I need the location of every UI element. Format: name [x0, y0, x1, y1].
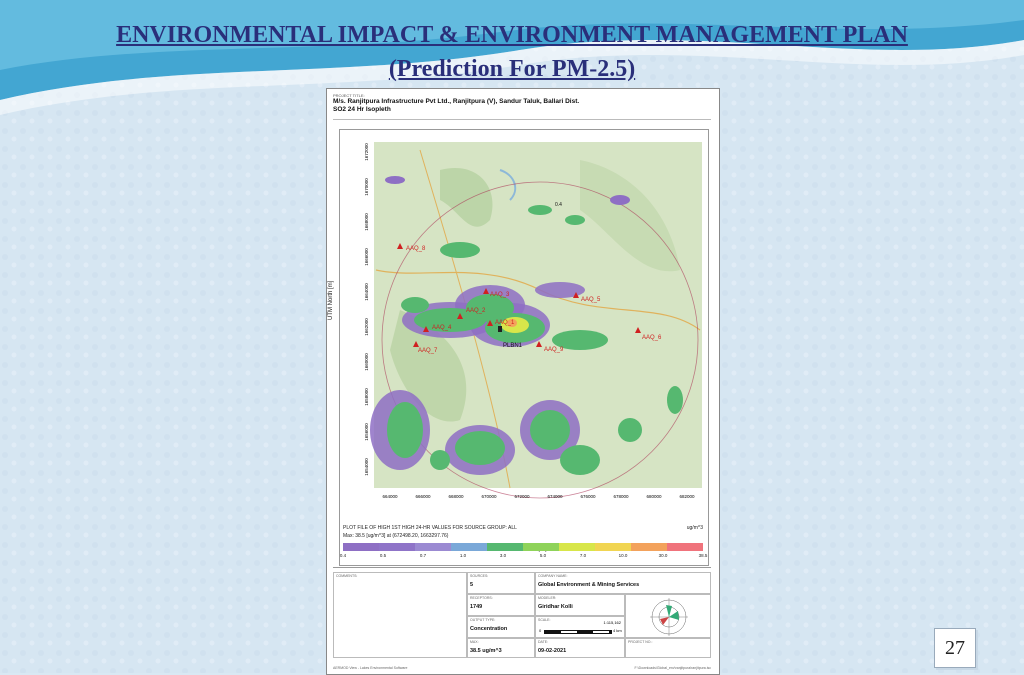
modeler-value: Giridhar Kolli — [538, 604, 573, 610]
y-tick-label: 1658000 — [364, 388, 369, 406]
x-tick-label: 674000 — [547, 494, 563, 499]
y-tick-label: 1654000 — [364, 458, 369, 476]
station-label: AAQ_3 — [490, 292, 510, 298]
modeler-cell: MODELER: Giridhar Kolli — [535, 594, 625, 616]
y-axis-label: UTM North [m] — [328, 280, 334, 320]
legend-unit: ug/m^3 — [686, 525, 703, 531]
concentration-legend: PLOT FILE OF HIGH 1ST HIGH 24-HR VALUES … — [339, 523, 708, 563]
color-bar-tick: 0.4 — [339, 553, 347, 558]
company-value: Global Environment & Mining Services — [538, 582, 640, 588]
map-plot-area: 0.4 AAQ_8 AAQ_3 AAQ_5 AAQ_6 AAQ_2 AAQ_4 … — [328, 129, 709, 566]
color-bar-tick: 38.5 — [698, 553, 708, 558]
sources-value: 5 — [470, 582, 474, 588]
station-label: AAQ_2 — [466, 308, 486, 314]
y-tick-label: 1668000 — [364, 213, 369, 231]
color-bar-tick: 10.0 — [618, 553, 628, 558]
y-tick-label: 1664000 — [364, 283, 369, 301]
x-tick-label: 670000 — [481, 494, 497, 499]
map-footer: AERMOD View - Lakes Environmental Softwa… — [333, 666, 711, 670]
footer-left: AERMOD View - Lakes Environmental Softwa… — [333, 666, 408, 670]
color-bar-tick: 0.7 — [419, 553, 427, 558]
contour-label: 0.4 — [555, 202, 562, 208]
isopleth-map-figure: PROJECT TITLE: M/s. Ranjitpura Infrastru… — [326, 88, 720, 675]
station-label: PLBN1 — [503, 343, 523, 349]
y-tick-label: 1670000 — [364, 178, 369, 196]
color-bar-segment — [451, 543, 487, 551]
max-cell: MAX: 38.5 ug/m^3 — [467, 638, 535, 658]
comments-cell: COMMENTS: — [333, 572, 467, 658]
color-bar-ticks: 0.4 0.5 0.7 1.0 3.0 5.0 7.0 10.0 30.0 38.5 — [339, 553, 708, 561]
max-value: 38.5 ug/m^3 — [470, 648, 502, 654]
y-tick-label: 1660000 — [364, 353, 369, 371]
date-cell: DATE: 09-02-2021 — [535, 638, 625, 658]
source-marker — [498, 326, 502, 332]
station-label: AAQ_6 — [642, 335, 662, 341]
color-bar-tick: 7.0 — [579, 553, 587, 558]
color-bar-segment — [631, 543, 667, 551]
page-number: 27 — [934, 628, 976, 668]
title-line-1: ENVIRONMENTAL IMPACT & ENVIRONMENT MANAG… — [116, 22, 908, 48]
receptors-value: 1749 — [470, 604, 483, 610]
info-table: COMMENTS: SOURCES: 5 COMPANY NAME: Globa… — [333, 567, 711, 670]
x-tick-label: 678000 — [613, 494, 629, 499]
x-tick-label: 676000 — [580, 494, 596, 499]
color-bar-tick: 3.0 — [499, 553, 507, 558]
scale-cell: SCALE: 1:115,162 0 4 km — [535, 616, 625, 638]
color-bar-segment — [415, 543, 451, 551]
color-bar-segment — [487, 543, 523, 551]
comments-label: COMMENTS: — [336, 574, 358, 578]
x-tick-label: 664000 — [382, 494, 398, 499]
color-bar-tick: 0.5 — [379, 553, 387, 558]
y-tick-label: 1672000 — [364, 143, 369, 161]
map-canvas: 0.4 AAQ_8 AAQ_3 AAQ_5 AAQ_6 AAQ_2 AAQ_4 … — [364, 142, 702, 499]
company-cell: COMPANY NAME: Global Environment & Minin… — [535, 572, 711, 594]
station-label: AAQ_4 — [432, 325, 452, 331]
receptors-cell: RECEPTORS: 1749 — [467, 594, 535, 616]
station-label: AAQ_5 — [581, 297, 601, 303]
station-label: AAQ_8 — [406, 246, 426, 252]
date-value: 09-02-2021 — [538, 648, 567, 654]
color-bar-tick: 5.0 — [539, 553, 547, 558]
scale-ratio: 1:115,162 — [603, 620, 622, 625]
plot-subtitle: SO2 24 Hr Isopleth — [333, 106, 391, 113]
footer-right: F:\Downloads\Global_env\ranjitpura\ranji… — [634, 666, 711, 670]
project-name: M/s. Ranjitpura Infrastructure Pvt Ltd.,… — [333, 98, 580, 105]
color-bar-segment — [559, 543, 595, 551]
color-bar-segment — [379, 543, 415, 551]
color-bar-tick: 30.0 — [658, 553, 668, 558]
color-bar-segment — [667, 543, 703, 551]
x-tick-label: 680000 — [646, 494, 662, 499]
title-line-2: (Prediction For PM-2.5) — [388, 56, 636, 82]
legend-max: Max: 38.5 [ug/m^3] at (672498.20, 166329… — [343, 533, 449, 539]
color-bar-segment — [523, 543, 559, 551]
project-no-cell: PROJECT NO.: — [625, 638, 711, 658]
station-label: AAQ_7 — [418, 348, 438, 354]
station-label: AAQ_1 — [495, 320, 515, 326]
sources-cell: SOURCES: 5 — [467, 572, 535, 594]
compass-cell — [625, 594, 711, 638]
x-tick-label: 666000 — [415, 494, 431, 499]
y-tick-label: 1662000 — [364, 318, 369, 336]
y-axis-ticks: 1672000 1670000 1668000 1666000 1664000 16620… — [364, 143, 369, 476]
scale-bar — [544, 630, 612, 634]
color-bar-tick: 1.0 — [459, 553, 467, 558]
y-tick-label: 1666000 — [364, 248, 369, 266]
station-label: AAQ_9 — [544, 347, 564, 353]
wind-rose-icon — [650, 598, 688, 636]
output-value: Concentration — [470, 626, 508, 632]
x-tick-label: 668000 — [448, 494, 464, 499]
color-bar-segment — [343, 543, 379, 551]
x-tick-label: 682000 — [679, 494, 695, 499]
color-bar-segment — [595, 543, 631, 551]
x-tick-label: 672000 — [514, 494, 530, 499]
legend-title: PLOT FILE OF HIGH 1ST HIGH 24-HR VALUES … — [343, 525, 517, 531]
map-header: PROJECT TITLE: M/s. Ranjitpura Infrastru… — [333, 93, 711, 120]
output-cell: OUTPUT TYPE: Concentration — [467, 616, 535, 638]
color-bar — [343, 543, 703, 551]
y-tick-label: 1656000 — [364, 423, 369, 441]
slide-title: ENVIRONMENTAL IMPACT & ENVIRONMENT MANAG… — [0, 18, 1024, 86]
